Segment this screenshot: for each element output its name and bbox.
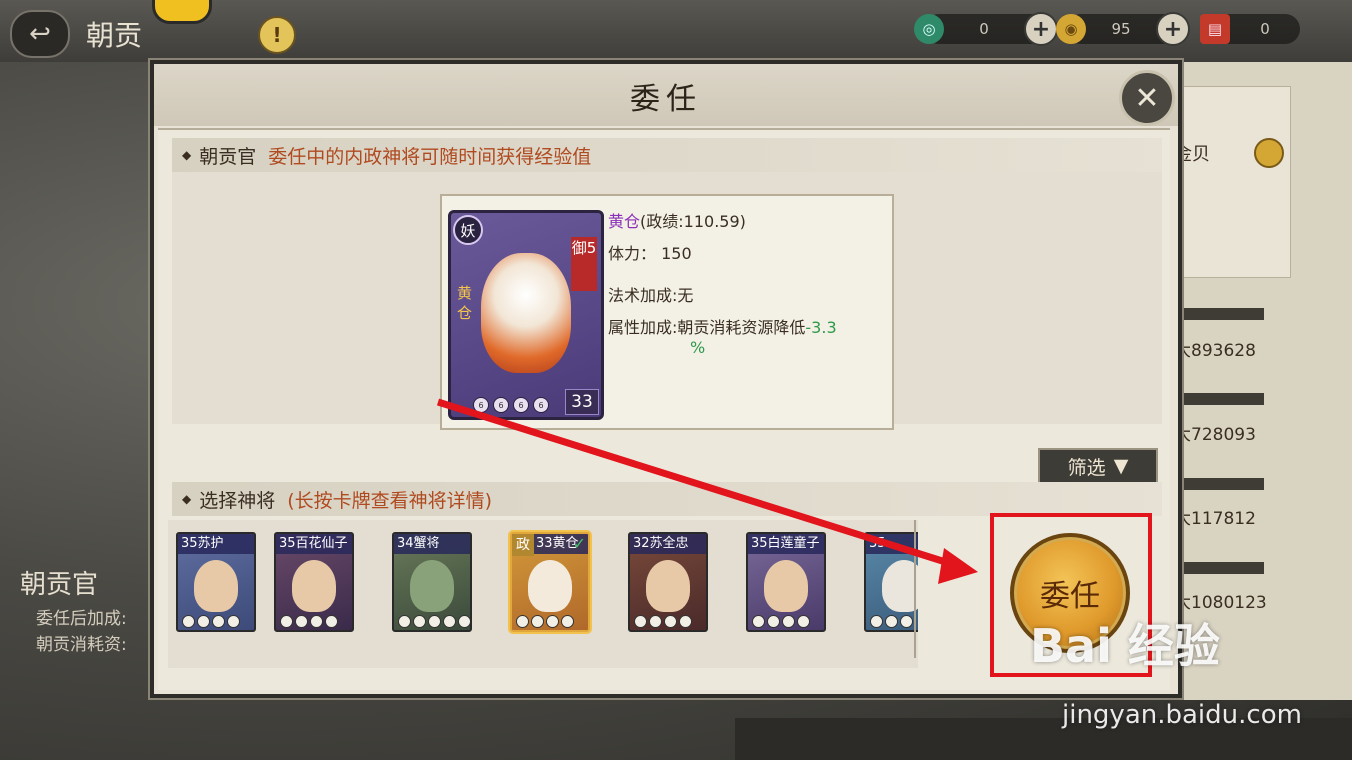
appoint-button-label: 委任 [1040, 579, 1100, 614]
watermark-logo: Bai 经验 [1030, 619, 1220, 673]
watermark-url: jingyan.baidu.com [1062, 700, 1302, 730]
